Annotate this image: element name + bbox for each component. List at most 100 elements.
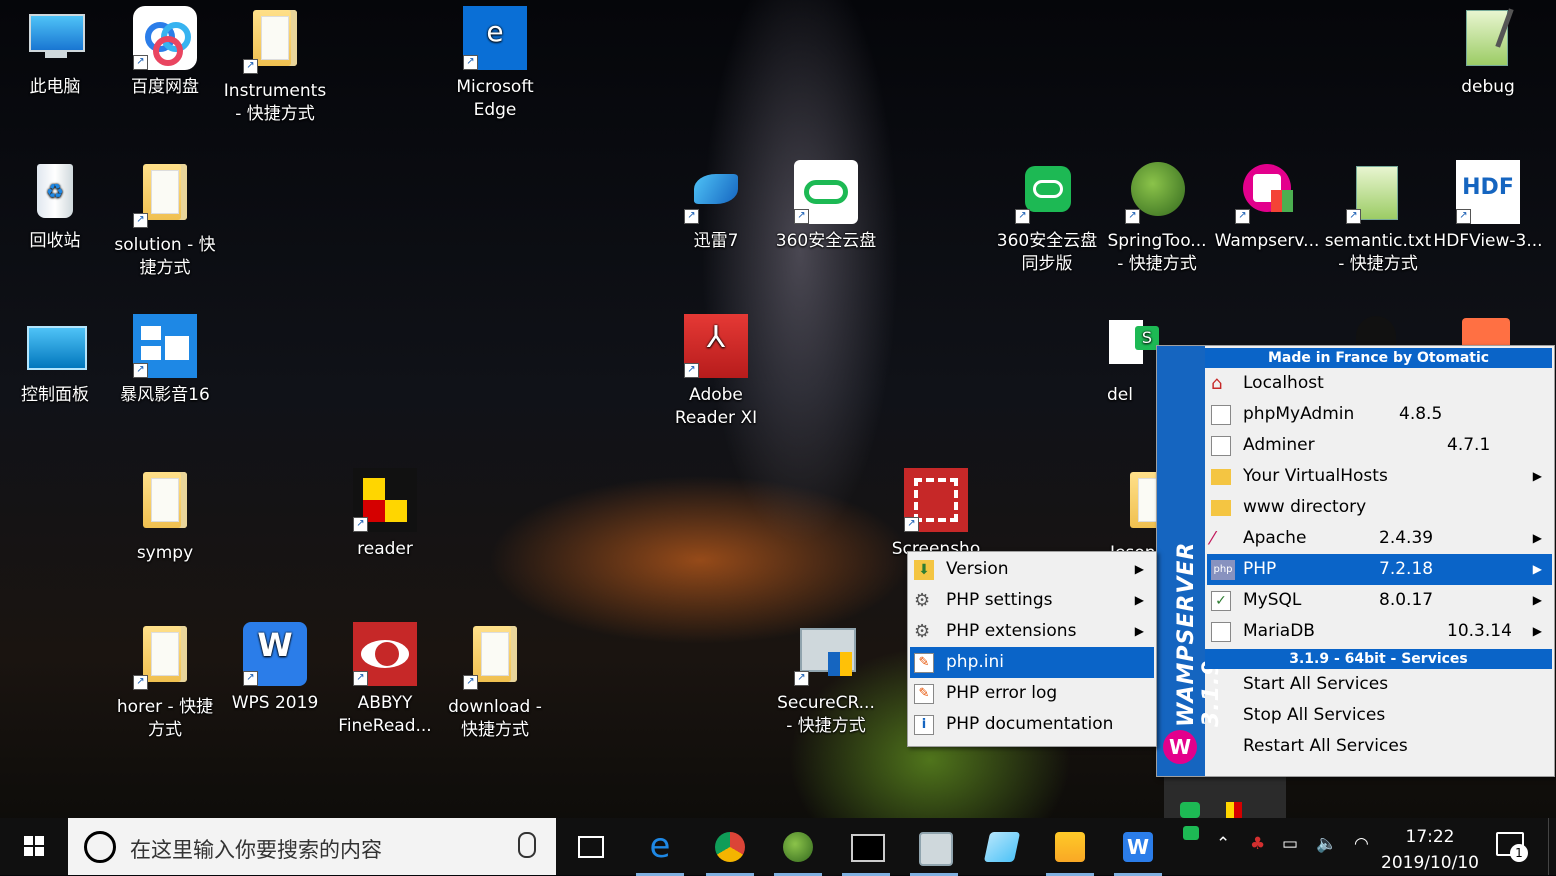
- tray-360-icon[interactable]: [1183, 826, 1199, 840]
- wamp-icon: ↗: [1235, 160, 1299, 224]
- desktop-icon-spring-tool[interactable]: ↗ SpringToo... - 快捷方式: [1102, 160, 1212, 276]
- desktop-icon-horer[interactable]: ↗ horer - 快捷 方式: [110, 622, 220, 742]
- php-ini-item[interactable]: ✎ php.ini: [910, 647, 1154, 678]
- desktop-icon-download[interactable]: ↗ download - 快捷方式: [440, 622, 550, 742]
- desktop-icon-del[interactable]: S del: [1090, 314, 1159, 407]
- edit-page-icon: ✎: [914, 684, 934, 704]
- desktop-icon-hdfview[interactable]: HDF ↗ HDFView-3...: [1433, 160, 1543, 253]
- desktop-icon-semantic[interactable]: ↗ semantic.txt - 快捷方式: [1323, 160, 1433, 276]
- notification-badge: 1: [1510, 844, 1528, 862]
- php-settings-item[interactable]: ⚙ PHP settings ▶: [910, 585, 1154, 616]
- taskbar-edge[interactable]: e: [632, 824, 688, 876]
- desktop-icon-baidu-netdisk[interactable]: ↗ 百度网盘: [110, 6, 220, 99]
- securecrt-icon: ↗: [794, 622, 858, 686]
- taskbar-wps[interactable]: W: [1110, 824, 1166, 876]
- desktop-icon-sympy[interactable]: sympy: [110, 468, 220, 565]
- desktop-icon-360-cloud[interactable]: ↗ 360安全云盘: [771, 160, 881, 253]
- menu-item-mariadb[interactable]: MariaDB 10.3.14 ▶: [1207, 616, 1552, 647]
- reader-tray-icon[interactable]: [1226, 802, 1242, 818]
- php-submenu: ⬇ Version ▶ ⚙ PHP settings ▶ ⚙ PHP exten…: [907, 551, 1157, 747]
- show-hidden-icons[interactable]: ⌃: [1216, 834, 1230, 854]
- download-icon: ⬇: [914, 560, 934, 580]
- paper-icon: [983, 832, 1021, 862]
- stop-all-services[interactable]: Stop All Services: [1207, 700, 1552, 731]
- recycle-bin-icon: ♻: [23, 160, 87, 224]
- desktop-icon-abbyy[interactable]: ↗ ABBYY FineRead...: [330, 622, 440, 738]
- desktop-icon-wampserver[interactable]: ↗ Wampserv...: [1212, 160, 1322, 253]
- storm-player-icon: ↗: [133, 314, 197, 378]
- start-button[interactable]: [0, 818, 66, 875]
- menu-item-virtualhosts[interactable]: Your VirtualHosts ▶: [1207, 461, 1552, 492]
- desktop-icon-this-pc[interactable]: 此电脑: [0, 6, 110, 99]
- chrome-icon: [715, 832, 745, 862]
- desktop-icon-debug[interactable]: debug: [1433, 6, 1543, 99]
- xunlei-icon: ↗: [684, 160, 748, 224]
- shortcut-arrow-icon: ↗: [353, 671, 368, 686]
- desktop-icon-xunlei[interactable]: ↗ 迅雷7: [661, 160, 771, 253]
- menu-item-www-directory[interactable]: www directory: [1207, 492, 1552, 523]
- hdf-icon: HDF ↗: [1456, 160, 1520, 224]
- clock[interactable]: 17:22 2019/10/10: [1380, 824, 1480, 876]
- microphone-icon[interactable]: [518, 832, 536, 858]
- volume-icon[interactable]: 🔈: [1316, 834, 1337, 854]
- task-view-icon: [578, 836, 604, 858]
- php-error-log-item[interactable]: ✎ PHP error log: [910, 678, 1154, 709]
- clock-time: 17:22: [1405, 827, 1455, 847]
- taskbar-chrome[interactable]: [702, 824, 758, 876]
- wifi-icon[interactable]: ◠: [1354, 834, 1369, 854]
- submenu-arrow-icon: ▶: [1532, 469, 1542, 483]
- pdf-doc-icon[interactable]: [1462, 318, 1510, 346]
- search-box[interactable]: 在这里输入你要搜索的内容: [68, 818, 556, 875]
- taskbar-paper[interactable]: [974, 824, 1030, 870]
- desktop-icon-wps-2019[interactable]: W ↗ WPS 2019: [220, 622, 330, 715]
- taskbar-securecrt[interactable]: [906, 824, 962, 876]
- php-version-item[interactable]: ⬇ Version ▶: [910, 554, 1154, 585]
- desktop-icon-control-panel[interactable]: 控制面板: [0, 314, 110, 407]
- menu-item-phpmyadmin[interactable]: phpMyAdmin 4.8.5: [1207, 399, 1552, 430]
- desktop-icon-360-cloud-sync[interactable]: ↗ 360安全云盘 同步版: [992, 160, 1102, 276]
- folder-icon: ↗: [243, 10, 307, 74]
- shortcut-arrow-icon: ↗: [1015, 209, 1030, 224]
- reader-icon: ↗: [353, 468, 417, 532]
- battery-icon[interactable]: ▭: [1282, 834, 1298, 854]
- page-icon: [1211, 436, 1231, 456]
- menu-item-adminer[interactable]: Adminer 4.7.1: [1207, 430, 1552, 461]
- submenu-arrow-icon: ▶: [1532, 562, 1542, 576]
- php-extensions-item[interactable]: ⚙ PHP extensions ▶: [910, 616, 1154, 647]
- restart-all-services[interactable]: Restart All Services: [1207, 731, 1552, 762]
- desktop-icon-adobe-reader[interactable]: ⅄ ↗ Adobe Reader XI: [661, 314, 771, 430]
- shortcut-arrow-icon: ↗: [684, 209, 699, 224]
- shortcut-arrow-icon: ↗: [243, 59, 258, 74]
- qq-penguin-icon[interactable]: [1356, 316, 1396, 346]
- desktop-icon-edge[interactable]: e ↗ Microsoft Edge: [440, 6, 550, 122]
- shortcut-arrow-icon: ↗: [463, 55, 478, 70]
- menu-item-apache[interactable]: ⁄ Apache 2.4.39 ▶: [1207, 523, 1552, 554]
- desktop-icon-storm-player[interactable]: ↗ 暴风影音16: [110, 314, 220, 407]
- desktop-icon-reader[interactable]: ↗ reader: [330, 468, 440, 561]
- folder-icon: ↗: [133, 164, 197, 228]
- task-view-button[interactable]: [562, 824, 618, 870]
- taskbar-file-explorer[interactable]: [1042, 824, 1098, 876]
- taskbar-spring[interactable]: [770, 824, 826, 876]
- 360-tray-icon[interactable]: [1180, 802, 1200, 818]
- edit-page-icon: ✎: [914, 653, 934, 673]
- menu-item-mysql[interactable]: ✓ MySQL 8.0.17 ▶: [1207, 585, 1552, 616]
- taskbar-terminal[interactable]: [838, 824, 894, 876]
- page-icon: [1211, 405, 1231, 425]
- show-desktop-button[interactable]: [1548, 818, 1556, 875]
- desktop-icon-solution[interactable]: ↗ solution - 快 捷方式: [110, 160, 220, 280]
- folder-icon: [1100, 472, 1156, 536]
- desktop-icon-recycle-bin[interactable]: ♻ 回收站: [0, 160, 110, 253]
- shortcut-arrow-icon: ↗: [794, 209, 809, 224]
- desktop-icon-securecrt[interactable]: ↗ SecureCR... - 快捷方式: [771, 622, 881, 738]
- start-all-services[interactable]: Start All Services: [1207, 669, 1552, 700]
- baidu-netdisk-icon: ↗: [133, 6, 197, 70]
- qq-tray-icon[interactable]: ♣: [1250, 834, 1265, 854]
- desktop-icon-instruments[interactable]: ↗ Instruments - 快捷方式: [220, 6, 330, 126]
- menu-item-localhost[interactable]: ⌂ Localhost: [1207, 368, 1552, 399]
- action-center-button[interactable]: 1: [1496, 832, 1528, 862]
- menu-item-php[interactable]: php PHP 7.2.18 ▶: [1207, 554, 1552, 585]
- control-panel-icon: [23, 314, 87, 378]
- php-documentation-item[interactable]: i PHP documentation: [910, 709, 1154, 740]
- edge-icon: e ↗: [463, 6, 527, 70]
